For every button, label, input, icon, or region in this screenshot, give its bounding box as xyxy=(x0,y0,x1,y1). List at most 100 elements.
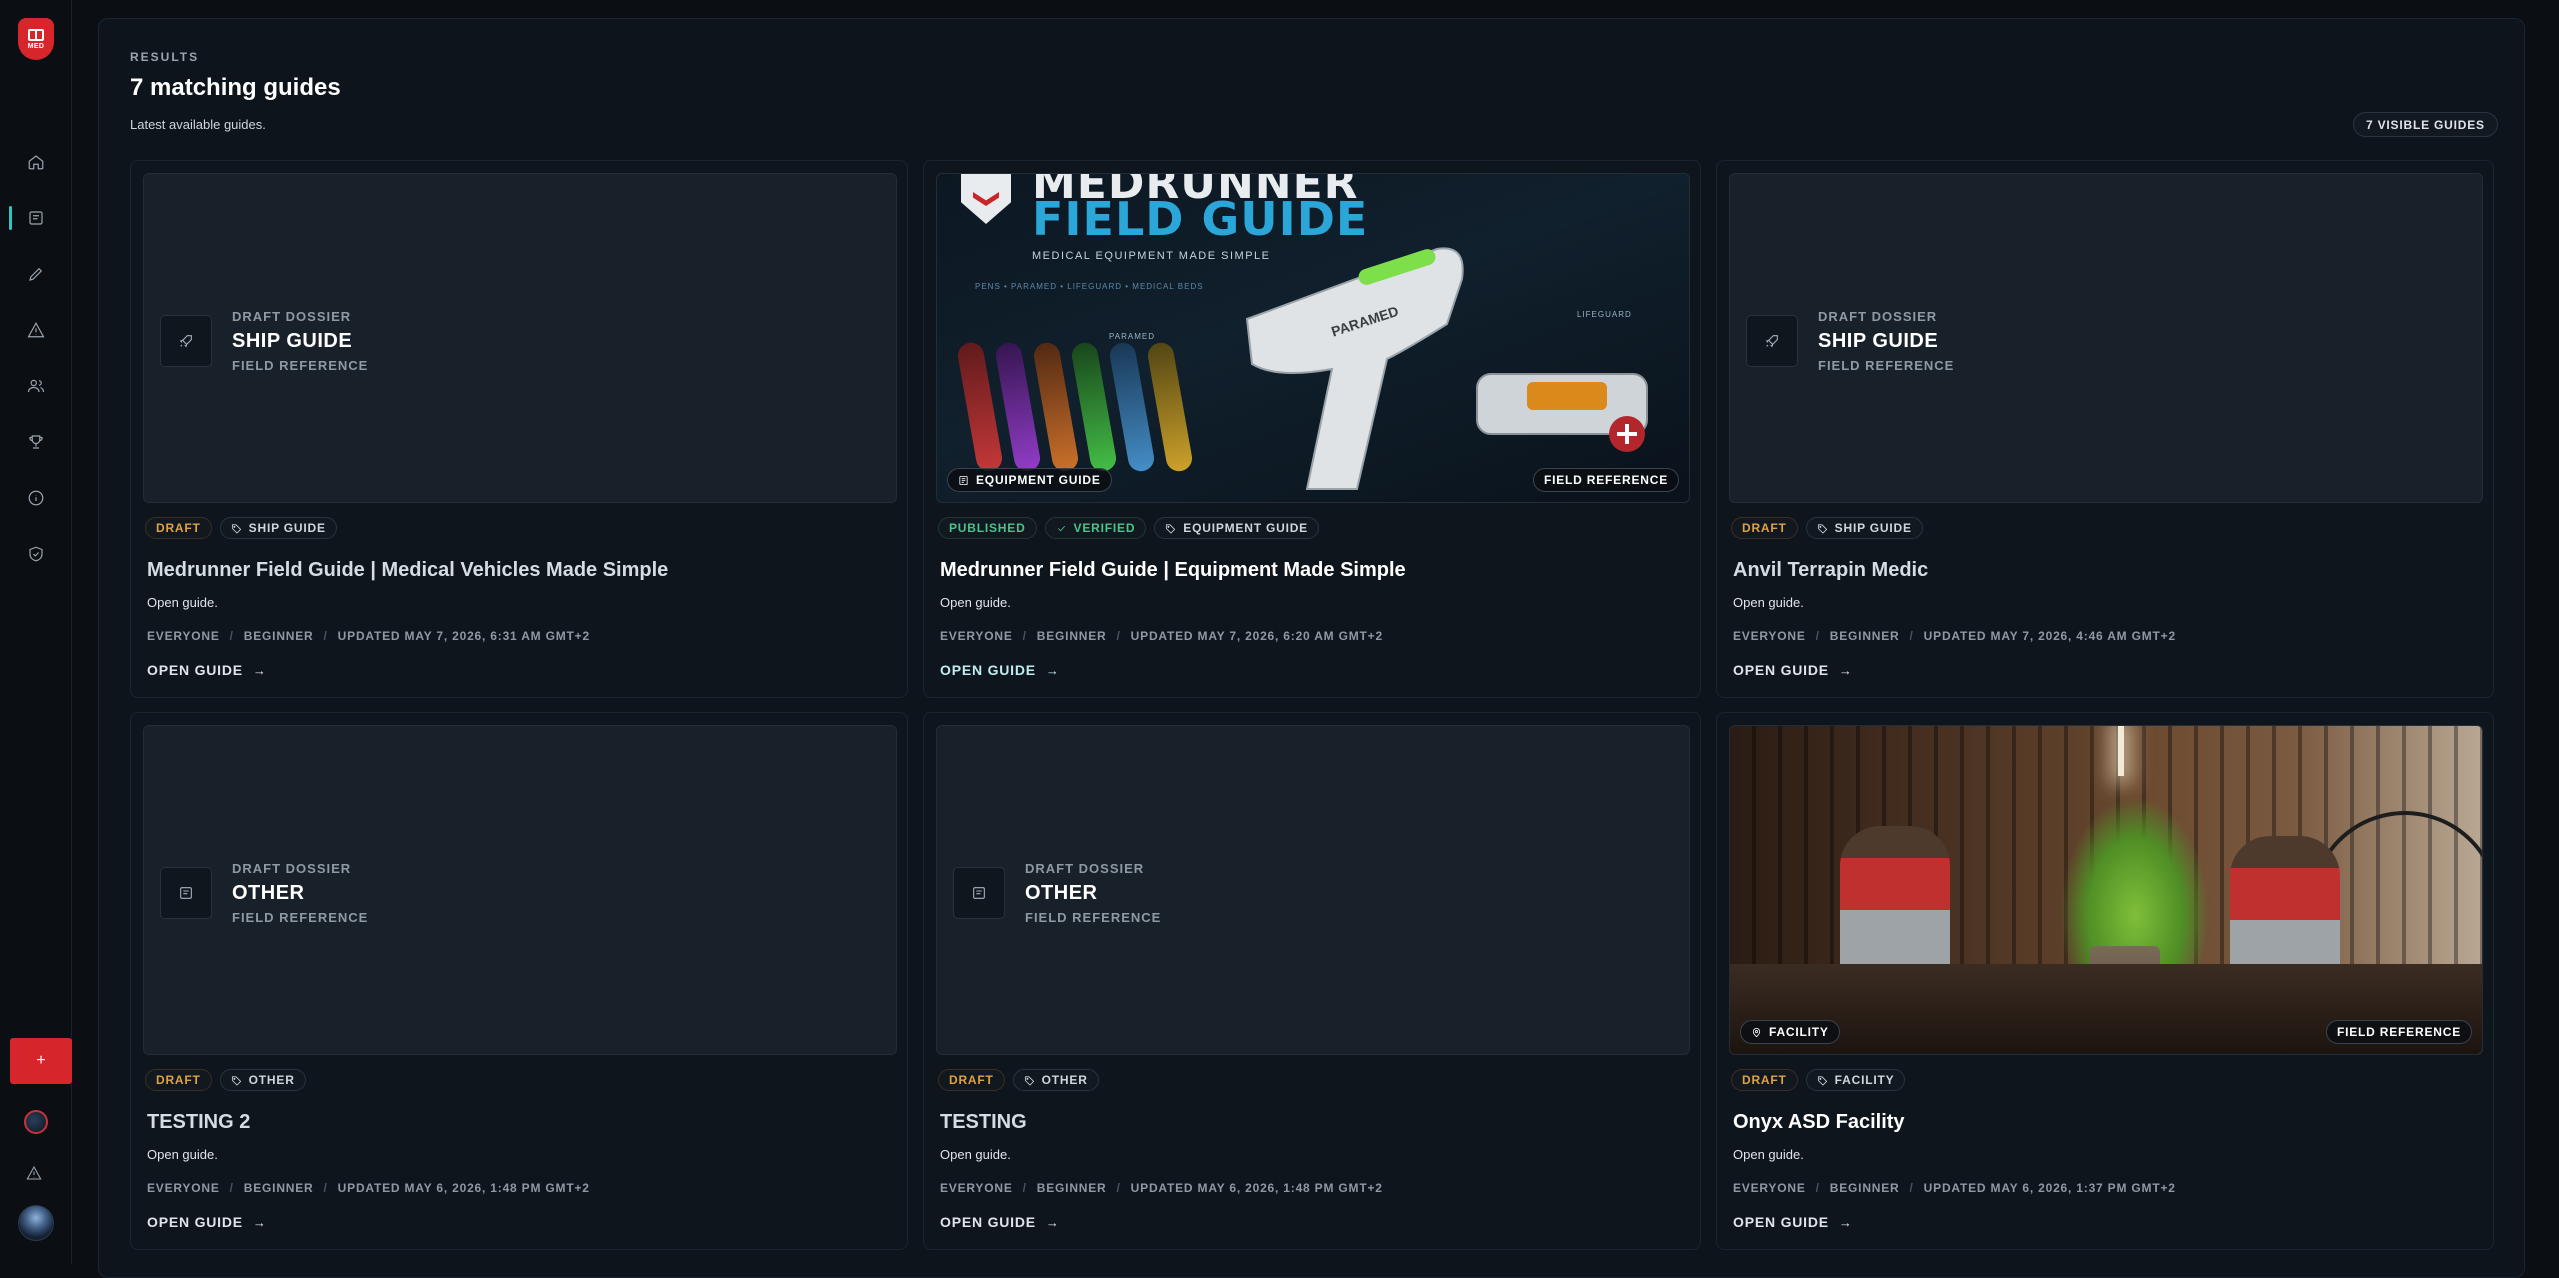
arrow-right-icon: → xyxy=(1045,662,1060,678)
org-avatar[interactable] xyxy=(24,1110,48,1134)
category-tag[interactable]: FACILITY xyxy=(1805,1069,1906,1091)
dossier-category: SHIP GUIDE xyxy=(232,330,353,352)
card-meta: EVERYONE / BEGINNER / UPDATED MAY 6, 2026,… xyxy=(1733,1181,2176,1195)
category-tag[interactable]: EQUIPMENT GUIDE xyxy=(1154,517,1319,539)
dossier: DRAFT DOSSIER SHIP GUIDE FIELD REFERENCE xyxy=(160,309,368,373)
card-placeholder: DRAFT DOSSIER SHIP GUIDE FIELD REFERENCE xyxy=(1729,173,2483,503)
meta-separator: / xyxy=(1909,1181,1914,1195)
sidebar: MED + xyxy=(0,0,72,1264)
document-icon xyxy=(973,887,985,899)
meta-updated: UPDATED MAY 6, 2026, 1:48 PM GMT+2 xyxy=(337,1181,590,1195)
arrow-right-icon: → xyxy=(1045,1214,1060,1230)
dossier: DRAFT DOSSIER SHIP GUIDE FIELD REFERENCE xyxy=(1746,309,1954,373)
open-guide-link[interactable]: OPEN GUIDE → xyxy=(1733,1214,1853,1230)
status-badge-published: PUBLISHED xyxy=(938,517,1037,539)
meta-separator: / xyxy=(1909,629,1914,643)
cover-categories: PENS • PARAMED • LIFEGUARD • MEDICAL BED… xyxy=(975,282,1204,291)
card-title[interactable]: TESTING xyxy=(940,1111,1027,1134)
medrunner-emblem xyxy=(961,174,1011,224)
arrow-right-icon: → xyxy=(252,1214,267,1230)
card-meta: EVERYONE / BEGINNER / UPDATED MAY 7, 2026,… xyxy=(147,629,590,643)
status-badge-draft: DRAFT xyxy=(1731,517,1798,539)
create-button[interactable]: + xyxy=(10,1038,72,1084)
home-icon xyxy=(28,155,44,170)
nav-edit[interactable] xyxy=(0,254,72,294)
category-tag[interactable]: SHIP GUIDE xyxy=(1805,517,1923,539)
guide-card[interactable]: FACILITY FIELD REFERENCE DRAFT FACILITY … xyxy=(1716,712,2494,1250)
meta-audience: EVERYONE xyxy=(1733,629,1806,643)
guide-card[interactable]: DRAFT DOSSIER OTHER FIELD REFERENCE DRAF… xyxy=(130,712,908,1250)
card-meta: EVERYONE / BEGINNER / UPDATED MAY 7, 2026,… xyxy=(940,629,1383,643)
open-guide-link[interactable]: OPEN GUIDE → xyxy=(940,1214,1060,1230)
card-title[interactable]: Anvil Terrapin Medic xyxy=(1733,559,1928,582)
nav-alerts[interactable] xyxy=(0,310,72,350)
cover-category-chip: FACILITY xyxy=(1740,1020,1840,1044)
guide-card[interactable]: MEDRUNNER FIELD GUIDE MEDICAL EQUIPMENT … xyxy=(923,160,1701,698)
meta-separator: / xyxy=(1116,1181,1121,1195)
card-cover-image: FACILITY FIELD REFERENCE xyxy=(1729,725,2483,1055)
edit-icon xyxy=(29,267,43,281)
dossier-icon-box xyxy=(160,315,212,367)
dossier-category: SHIP GUIDE xyxy=(1818,330,1939,352)
card-title[interactable]: Medrunner Field Guide | Equipment Made S… xyxy=(940,559,1406,582)
guide-card[interactable]: DRAFT DOSSIER SHIP GUIDE FIELD REFERENCE… xyxy=(1716,160,2494,698)
nav-guides[interactable] xyxy=(0,198,72,238)
open-guide-link[interactable]: OPEN GUIDE → xyxy=(1733,662,1853,678)
page-title: 7 matching guides xyxy=(130,74,341,101)
arrow-right-icon: → xyxy=(252,662,267,678)
nav-security[interactable] xyxy=(0,534,72,574)
dossier-icon-box xyxy=(953,867,1005,919)
meta-separator: / xyxy=(229,1181,234,1195)
meta-level: BEGINNER xyxy=(243,629,314,643)
category-tag[interactable]: SHIP GUIDE xyxy=(219,517,337,539)
dossier-category: OTHER xyxy=(232,882,305,904)
card-placeholder: DRAFT DOSSIER OTHER FIELD REFERENCE xyxy=(143,725,897,1055)
field-reference-chip: FIELD REFERENCE xyxy=(1532,468,1679,492)
document-icon xyxy=(180,887,192,899)
card-description: Open guide. xyxy=(1733,1147,1804,1162)
side-warning[interactable] xyxy=(26,1165,46,1185)
plus-icon: + xyxy=(36,1052,46,1069)
tag-icon xyxy=(1817,1075,1827,1086)
nav-home[interactable] xyxy=(0,142,72,182)
card-description: Open guide. xyxy=(940,1147,1011,1162)
card-title[interactable]: Onyx ASD Facility xyxy=(1733,1111,1905,1134)
meta-level: BEGINNER xyxy=(1829,629,1900,643)
open-guide-label: OPEN GUIDE xyxy=(940,1214,1036,1230)
category-tag-label: OTHER xyxy=(1041,1073,1088,1087)
category-tag-label: EQUIPMENT GUIDE xyxy=(1183,521,1308,535)
meta-separator: / xyxy=(1022,1181,1027,1195)
card-title[interactable]: Medrunner Field Guide | Medical Vehicles… xyxy=(147,559,668,582)
nav-info[interactable] xyxy=(0,478,72,518)
meta-separator: / xyxy=(229,629,234,643)
verified-label: VERIFIED xyxy=(1073,521,1136,535)
open-guide-link[interactable]: OPEN GUIDE → xyxy=(147,662,267,678)
tag-icon xyxy=(231,523,241,534)
category-tag-label: OTHER xyxy=(248,1073,295,1087)
category-tag[interactable]: OTHER xyxy=(1012,1069,1099,1091)
meta-level: BEGINNER xyxy=(1829,1181,1900,1195)
open-guide-link[interactable]: OPEN GUIDE → xyxy=(940,662,1060,678)
card-meta: EVERYONE / BEGINNER / UPDATED MAY 6, 2026,… xyxy=(147,1181,590,1195)
status-badge-draft: DRAFT xyxy=(938,1069,1005,1091)
card-description: Open guide. xyxy=(147,595,218,610)
open-guide-link[interactable]: OPEN GUIDE → xyxy=(147,1214,267,1230)
app-logo[interactable]: MED xyxy=(18,18,54,60)
card-description: Open guide. xyxy=(940,595,1011,610)
dossier-label: DRAFT DOSSIER xyxy=(1818,309,1938,324)
meta-separator: / xyxy=(323,1181,328,1195)
nav-users[interactable] xyxy=(0,366,72,406)
card-description: Open guide. xyxy=(147,1147,218,1162)
nav-trophy[interactable] xyxy=(0,422,72,462)
user-avatar[interactable] xyxy=(18,1205,54,1241)
ceiling-lamp xyxy=(2118,726,2124,776)
category-tag[interactable]: OTHER xyxy=(219,1069,306,1091)
guide-card[interactable]: DRAFT DOSSIER SHIP GUIDE FIELD REFERENCE… xyxy=(130,160,908,698)
meta-level: BEGINNER xyxy=(1036,629,1107,643)
status-badge-draft: DRAFT xyxy=(145,1069,212,1091)
arrow-right-icon: → xyxy=(1838,1214,1853,1230)
dossier-icon-box xyxy=(1746,315,1798,367)
guide-card[interactable]: DRAFT DOSSIER OTHER FIELD REFERENCE DRAF… xyxy=(923,712,1701,1250)
card-title[interactable]: TESTING 2 xyxy=(147,1111,250,1134)
meta-separator: / xyxy=(1815,1181,1820,1195)
